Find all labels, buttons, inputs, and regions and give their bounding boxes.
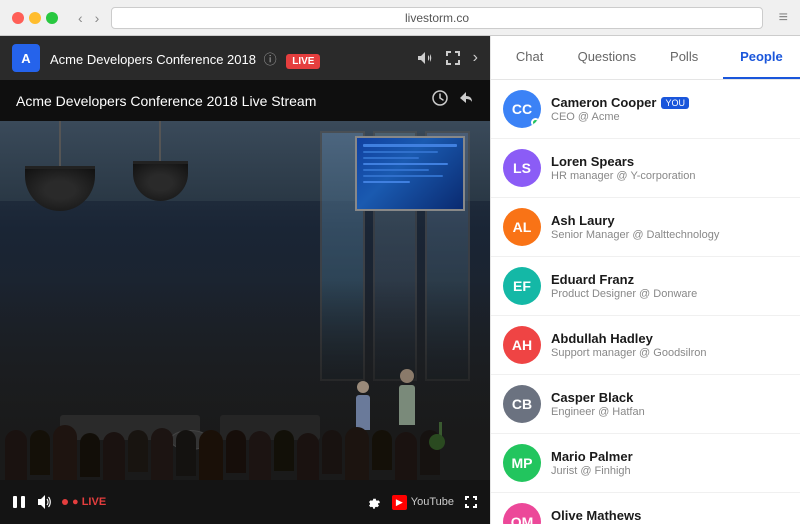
- person-item[interactable]: LS Loren Spears HR manager @ Y-corporati…: [491, 139, 800, 198]
- pendant-light-1: [30, 121, 90, 211]
- live-dot: [62, 499, 68, 505]
- video-frame: [0, 121, 490, 480]
- title-actions: [432, 90, 474, 111]
- person-role: Jurist @ Finhigh: [551, 465, 788, 477]
- person-info: Casper Black Engineer @ Hatfan: [551, 390, 788, 418]
- person-avatar: OM: [503, 503, 541, 524]
- tabs: Chat Questions Polls People: [491, 36, 800, 80]
- person-role: CEO @ Acme: [551, 111, 788, 123]
- youtube-icon: ▶: [392, 495, 407, 510]
- person-name: Ash Laury: [551, 213, 788, 228]
- person-info: Olive Mathews Enterprise Product Manager…: [551, 508, 788, 524]
- people-list: CC Cameron Cooper YOU CEO @ Acme LS Lore…: [491, 80, 800, 524]
- video-title: Acme Developers Conference 2018 Live Str…: [16, 93, 316, 109]
- person-name: Eduard Franz: [551, 272, 788, 287]
- share-button[interactable]: [458, 90, 474, 111]
- person-info: Loren Spears HR manager @ Y-corporation: [551, 154, 788, 182]
- info-icon[interactable]: ⓘ: [264, 52, 277, 67]
- person-info: Abdullah Hadley Support manager @ Goodsi…: [551, 331, 788, 359]
- person-avatar: EF: [503, 267, 541, 305]
- person-role: HR manager @ Y-corporation: [551, 170, 788, 182]
- next-button[interactable]: ›: [473, 49, 478, 67]
- person-info: Mario Palmer Jurist @ Finhigh: [551, 449, 788, 477]
- plant: [435, 422, 445, 450]
- volume-button[interactable]: [417, 50, 433, 66]
- person-avatar: MP: [503, 444, 541, 482]
- person-item[interactable]: AL Ash Laury Senior Manager @ Dalttechno…: [491, 198, 800, 257]
- person-item[interactable]: EF Eduard Franz Product Designer @ Donwa…: [491, 257, 800, 316]
- person-role: Product Designer @ Donware: [551, 288, 788, 300]
- person-avatar: LS: [503, 149, 541, 187]
- youtube-text: YouTube: [411, 496, 454, 508]
- person-role: Senior Manager @ Dalttechnology: [551, 229, 788, 241]
- person-name: Olive Mathews: [551, 508, 788, 523]
- live-badge: LIVE: [286, 54, 320, 69]
- mute-button[interactable]: [36, 494, 52, 510]
- video-scene: [0, 121, 490, 480]
- person-name: Loren Spears: [551, 154, 788, 169]
- person-info: Eduard Franz Product Designer @ Donware: [551, 272, 788, 300]
- pendant-light-2: [130, 121, 190, 211]
- person-name: Mario Palmer: [551, 449, 788, 464]
- online-indicator: [531, 118, 540, 127]
- tab-people[interactable]: People: [723, 36, 800, 79]
- settings-button[interactable]: [366, 494, 382, 510]
- person-name: Cameron Cooper YOU: [551, 95, 788, 110]
- person-item[interactable]: CC Cameron Cooper YOU CEO @ Acme: [491, 80, 800, 139]
- you-badge: YOU: [661, 97, 689, 109]
- person-info: Ash Laury Senior Manager @ Dalttechnolog…: [551, 213, 788, 241]
- tab-polls[interactable]: Polls: [646, 36, 723, 79]
- main-layout: A Acme Developers Conference 2018 ⓘ LIVE: [0, 36, 800, 524]
- url-text: livestorm.co: [405, 11, 469, 25]
- event-title-bar: Acme Developers Conference 2018 ⓘ LIVE: [50, 49, 407, 68]
- person-name: Casper Black: [551, 390, 788, 405]
- play-pause-button[interactable]: [12, 495, 26, 509]
- presentation-screen: [355, 136, 465, 211]
- tab-chat[interactable]: Chat: [491, 36, 568, 79]
- maximize-button[interactable]: [46, 12, 58, 24]
- person-name: Abdullah Hadley: [551, 331, 788, 346]
- nav-arrows: ‹ ›: [74, 8, 103, 28]
- browser-menu-icon[interactable]: ≡: [779, 9, 788, 27]
- tab-questions[interactable]: Questions: [568, 36, 645, 79]
- audience-area: [0, 360, 490, 480]
- live-text: ● LIVE: [72, 496, 106, 508]
- person-avatar: CC: [503, 90, 541, 128]
- address-bar[interactable]: livestorm.co: [111, 7, 762, 29]
- video-title-bar: Acme Developers Conference 2018 Live Str…: [0, 80, 490, 121]
- video-section: A Acme Developers Conference 2018 ⓘ LIVE: [0, 36, 490, 524]
- topbar-controls: ›: [417, 49, 478, 67]
- minimize-button[interactable]: [29, 12, 41, 24]
- person-avatar: AH: [503, 326, 541, 364]
- person-item[interactable]: CB Casper Black Engineer @ Hatfan: [491, 375, 800, 434]
- forward-button[interactable]: ›: [91, 8, 104, 28]
- acme-logo: A: [12, 44, 40, 72]
- traffic-lights: [12, 12, 58, 24]
- fullscreen-button[interactable]: [464, 495, 478, 509]
- live-indicator: ● LIVE: [62, 496, 106, 508]
- event-name-text: Acme Developers Conference 2018: [50, 52, 256, 67]
- person-avatar: CB: [503, 385, 541, 423]
- youtube-logo: ▶ YouTube: [392, 495, 454, 510]
- video-topbar: A Acme Developers Conference 2018 ⓘ LIVE: [0, 36, 490, 80]
- person-item[interactable]: OM Olive Mathews Enterprise Product Mana…: [491, 493, 800, 524]
- browser-chrome: ‹ › livestorm.co ≡: [0, 0, 800, 36]
- video-controls: ● LIVE ▶ YouTube: [0, 480, 490, 524]
- right-panel: Chat Questions Polls People CC Cameron C…: [490, 36, 800, 524]
- person-item[interactable]: AH Abdullah Hadley Support manager @ Goo…: [491, 316, 800, 375]
- person-role: Engineer @ Hatfan: [551, 406, 788, 418]
- back-button[interactable]: ‹: [74, 8, 87, 28]
- person-role: Support manager @ Goodsilron: [551, 347, 788, 359]
- expand-button[interactable]: [445, 50, 461, 66]
- close-button[interactable]: [12, 12, 24, 24]
- history-button[interactable]: [432, 90, 448, 111]
- person-avatar: AL: [503, 208, 541, 246]
- person-info: Cameron Cooper YOU CEO @ Acme: [551, 95, 788, 123]
- person-item[interactable]: MP Mario Palmer Jurist @ Finhigh: [491, 434, 800, 493]
